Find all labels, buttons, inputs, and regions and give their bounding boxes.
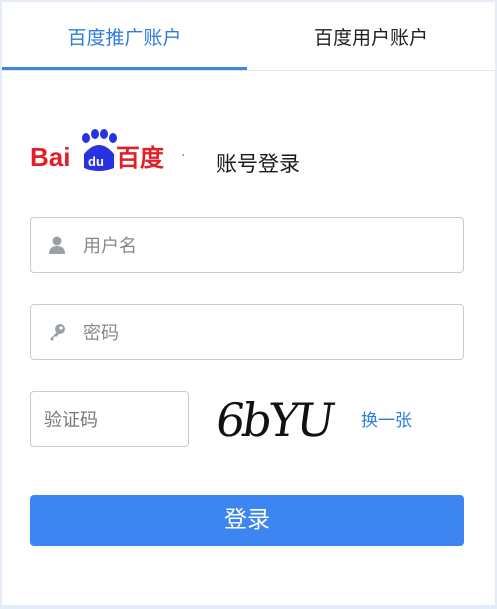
logo-text-left: Bai	[30, 142, 70, 172]
tab-promotion-account[interactable]: 百度推广账户	[2, 2, 247, 70]
user-icon	[49, 236, 65, 254]
brand-header: Bai du 百度 · 账号登录	[30, 128, 470, 178]
brand-separator: ·	[181, 148, 186, 164]
logo-paw-text: du	[88, 154, 104, 169]
key-icon	[50, 324, 65, 341]
captcha-placeholder: 验证码	[44, 410, 98, 431]
login-button[interactable]: 登录	[30, 495, 464, 546]
paw-icon: du	[82, 129, 117, 171]
baidu-logo: Bai du 百度	[30, 129, 165, 172]
captcha-image: 6bYU	[212, 393, 336, 447]
captcha-input[interactable]: 验证码	[30, 391, 189, 447]
tab-user-account[interactable]: 百度用户账户	[247, 2, 495, 70]
refresh-captcha-link[interactable]: 换一张	[361, 406, 412, 431]
username-field[interactable]: 用户名	[30, 217, 464, 273]
page-title: 账号登录	[216, 152, 300, 176]
logo-text-right: 百度	[116, 144, 165, 172]
account-tabs: 百度推广账户 百度用户账户	[2, 2, 495, 71]
password-field[interactable]: 密码	[30, 304, 464, 360]
username-placeholder: 用户名	[83, 236, 137, 257]
password-placeholder: 密码	[83, 323, 119, 344]
login-card: 百度推广账户 百度用户账户 Bai du 百度 · 账号登录 用户名 密码 验证…	[2, 2, 495, 605]
